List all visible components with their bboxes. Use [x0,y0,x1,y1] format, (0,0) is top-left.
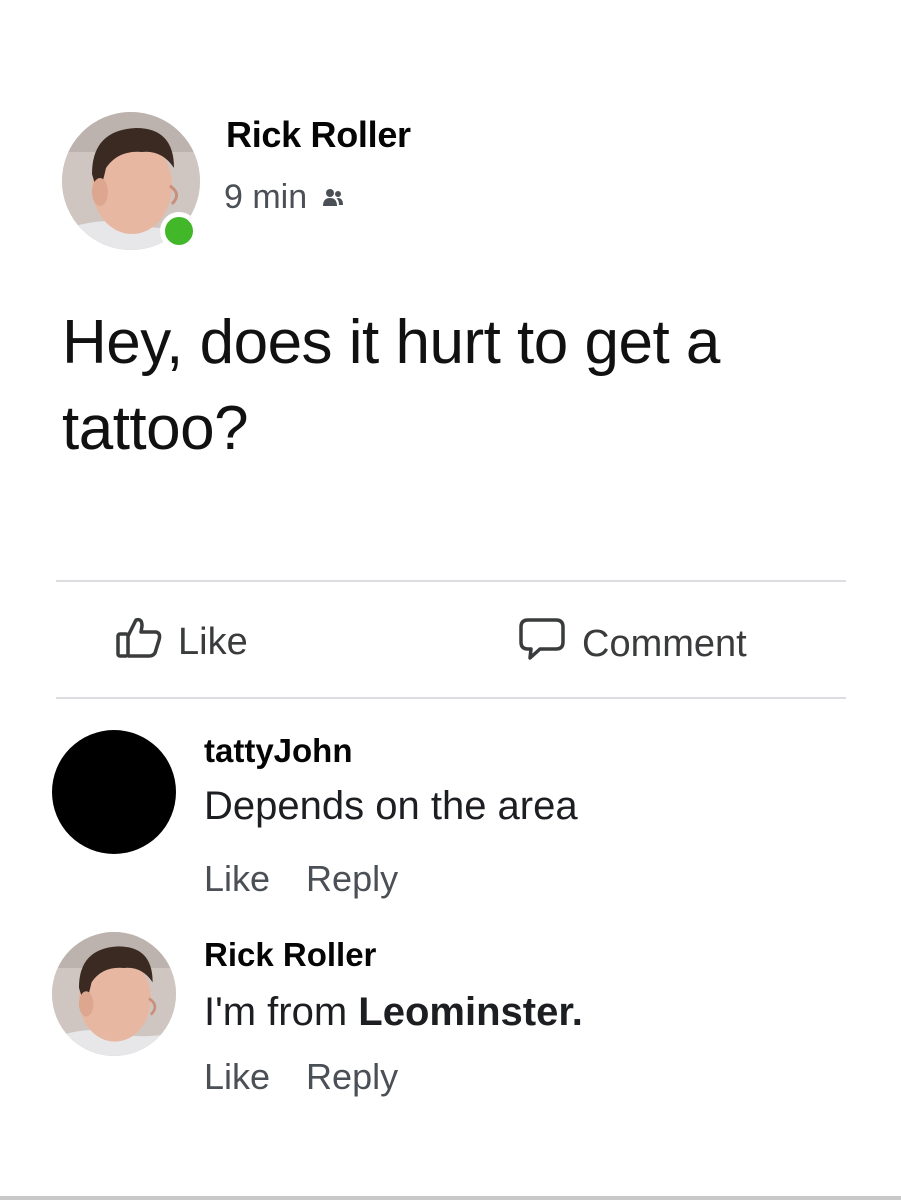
post-comment-button[interactable]: Comment [518,616,747,672]
post-like-button[interactable]: Like [116,616,248,668]
post-like-label: Like [178,620,248,663]
profile-photo [52,932,176,1056]
comment-like-button[interactable]: Like [204,858,270,900]
post-body-text: Hey, does it hurt to get a tattoo? [62,308,720,463]
comment-author-name[interactable]: tattyJohn [204,732,353,770]
post-timestamp[interactable]: 9 min [224,178,307,217]
comment-like-button[interactable]: Like [204,1056,270,1098]
online-status-indicator [160,212,198,250]
action-bar-top-divider [56,580,846,582]
commenter-avatar[interactable] [52,932,176,1056]
friends-icon[interactable] [321,186,345,210]
comment-text-place-name: Leominster. [358,990,583,1034]
commenter-avatar[interactable] [52,730,176,854]
comment-actions: Like Reply [204,858,398,900]
action-bar-bottom-divider [56,697,846,699]
speech-bubble-icon [518,616,566,672]
comment-text: I'm from Leominster. [204,990,583,1035]
thumbs-up-icon [116,616,162,668]
comment-text-prefix: I'm from [204,990,359,1034]
comment-actions: Like Reply [204,1056,398,1098]
comment-author-name[interactable]: Rick Roller [204,936,376,974]
comment-reply-button[interactable]: Reply [306,858,398,900]
post-author-name[interactable]: Rick Roller [226,114,411,156]
comment-reply-button[interactable]: Reply [306,1056,398,1098]
post-comment-label: Comment [582,622,747,665]
facebook-post: Rick Roller 9 min Hey, does it hurt to g… [0,0,901,1200]
comment-text: Depends on the area [204,784,578,828]
post-meta: 9 min [224,178,345,217]
bottom-edge-border [0,1196,901,1200]
